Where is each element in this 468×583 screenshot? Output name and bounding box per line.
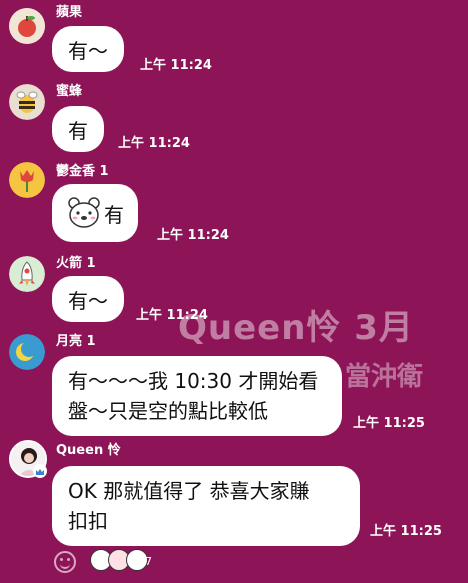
timestamp: 上午 11:24 [157, 228, 229, 243]
message-bubble[interactable]: 有 [52, 106, 104, 152]
message-bubble[interactable]: 有～～～我 10:30 才開始看 盤～只是空的點比較低 [52, 356, 342, 436]
crown-badge-icon [33, 464, 47, 478]
message-text: 有～ [68, 38, 108, 63]
reaction-count: 7 [145, 555, 152, 568]
tulip-icon[interactable] [9, 162, 45, 198]
message-bubble[interactable]: 有～ [52, 276, 124, 322]
apple-icon[interactable] [9, 8, 45, 44]
timestamp: 上午 11:24 [140, 58, 212, 73]
message-bubble[interactable]: 有 [52, 184, 138, 242]
reaction-bar: 7 [0, 546, 468, 583]
sender-name: 火箭 1 [56, 256, 96, 271]
sender-name: Queen 怜 [56, 443, 121, 458]
message-text-line: 扣扣 [68, 509, 108, 533]
chat-window: Queen怜 3月 當沖衛 蘋果 有～ 上午 11:24 蜜蜂 有 上午 11:… [0, 0, 468, 583]
message-text-line: 有～～～我 10:30 才開始看 [68, 369, 319, 393]
reaction-stickers[interactable] [90, 549, 148, 575]
bee-icon[interactable] [9, 84, 45, 120]
sender-name: 蜜蜂 [56, 84, 83, 99]
emoji-react-icon[interactable] [54, 551, 76, 573]
sender-name: 月亮 1 [56, 334, 96, 349]
message-text: 有～ [68, 288, 108, 313]
message-bubble[interactable]: OK 那就值得了 恭喜大家賺 扣扣 [52, 466, 360, 546]
bear-face-icon [66, 195, 102, 231]
timestamp: 上午 11:24 [118, 136, 190, 151]
message-text-line: 盤～只是空的點比較低 [68, 399, 268, 423]
timestamp: 上午 11:25 [353, 416, 425, 431]
rocket-icon[interactable] [9, 256, 45, 292]
timestamp: 上午 11:25 [370, 524, 442, 539]
message-text: 有 [68, 118, 88, 143]
sender-name: 蘋果 [56, 5, 83, 20]
watermark: Queen怜 3月 [178, 308, 414, 348]
sender-name: 鬱金香 1 [56, 164, 109, 179]
message-bubble[interactable]: 有～ [52, 26, 124, 72]
watermark-sub: 當沖衛 [345, 362, 424, 392]
moon-icon[interactable] [9, 334, 45, 370]
timestamp: 上午 11:24 [136, 308, 208, 323]
message-text-line: OK 那就值得了 恭喜大家賺 [68, 479, 310, 503]
message-text: 有 [104, 202, 124, 227]
